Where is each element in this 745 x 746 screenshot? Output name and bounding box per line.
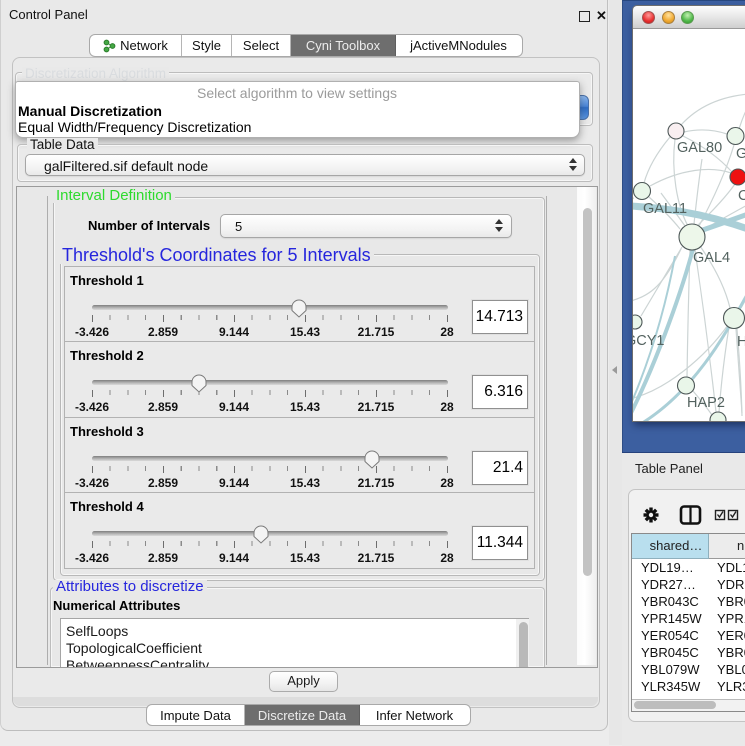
- svg-text:GAL4: GAL4: [693, 250, 730, 266]
- svg-text:GAL80: GAL80: [677, 140, 722, 156]
- svg-text:GCY1: GCY1: [633, 333, 665, 349]
- svg-text:G: G: [736, 146, 745, 162]
- svg-text:HAP2: HAP2: [687, 395, 725, 411]
- svg-text:H: H: [737, 334, 745, 350]
- svg-text:C: C: [738, 188, 745, 204]
- svg-text:GAL11: GAL11: [643, 201, 687, 217]
